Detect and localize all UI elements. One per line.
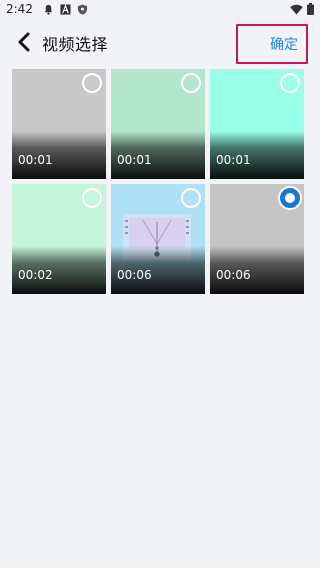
shield-icon [77, 3, 88, 15]
status-right-icons [290, 3, 314, 15]
confirm-button[interactable]: 确定 [236, 24, 308, 64]
video-duration: 00:01 [216, 153, 251, 167]
select-radio[interactable] [82, 73, 102, 93]
select-radio[interactable] [82, 188, 102, 208]
nav-bar: 视频选择 确定 [0, 18, 320, 66]
video-duration: 00:06 [216, 268, 251, 282]
back-button[interactable] [12, 30, 36, 54]
page-title: 视频选择 [42, 35, 109, 54]
status-icons [43, 3, 88, 15]
video-duration: 00:06 [117, 268, 152, 282]
select-radio[interactable] [280, 73, 300, 93]
status-time: 2:42 [6, 2, 33, 16]
video-tile-6[interactable]: 00:06 [210, 184, 304, 294]
battery-icon [307, 3, 314, 15]
select-radio[interactable] [280, 188, 300, 208]
status-bar: 2:42 [0, 0, 320, 18]
a-icon [60, 3, 71, 15]
video-tile-5[interactable]: 00:06 [111, 184, 205, 294]
bell-icon [44, 4, 53, 15]
select-radio[interactable] [181, 73, 201, 93]
wifi-icon [290, 4, 303, 14]
chevron-left-icon [18, 32, 30, 52]
video-tile-2[interactable]: 00:01 [111, 69, 205, 179]
video-tile-3[interactable]: 00:01 [210, 69, 304, 179]
select-radio[interactable] [181, 188, 201, 208]
video-duration: 00:01 [18, 153, 53, 167]
video-duration: 00:02 [18, 268, 53, 282]
video-duration: 00:01 [117, 153, 152, 167]
video-grid: 00:01 00:01 00:01 00:02 00:06 00:06 [12, 69, 308, 294]
video-tile-1[interactable]: 00:01 [12, 69, 106, 179]
video-tile-4[interactable]: 00:02 [12, 184, 106, 294]
